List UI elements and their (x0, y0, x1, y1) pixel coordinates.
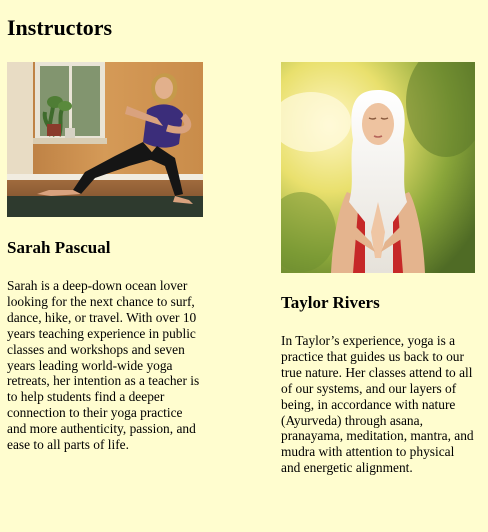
instructor-photo-sarah (7, 62, 203, 217)
instructor-name-taylor: Taylor Rivers (281, 293, 380, 312)
instructor-photo-taylor (281, 62, 475, 273)
instructor-bio-taylor: In Taylor’s experience, yoga is a practi… (281, 333, 474, 476)
instructor-bio-sarah: Sarah is a deep-down ocean lover looking… (7, 278, 200, 453)
instructor-card-taylor: Taylor Rivers In Taylor’s experience, yo… (281, 62, 475, 476)
page-title: Instructors (7, 15, 113, 40)
instructor-name-sarah: Sarah Pascual (7, 238, 111, 257)
instructor-card-sarah: Sarah Pascual Sarah is a deep-down ocean… (7, 62, 205, 453)
